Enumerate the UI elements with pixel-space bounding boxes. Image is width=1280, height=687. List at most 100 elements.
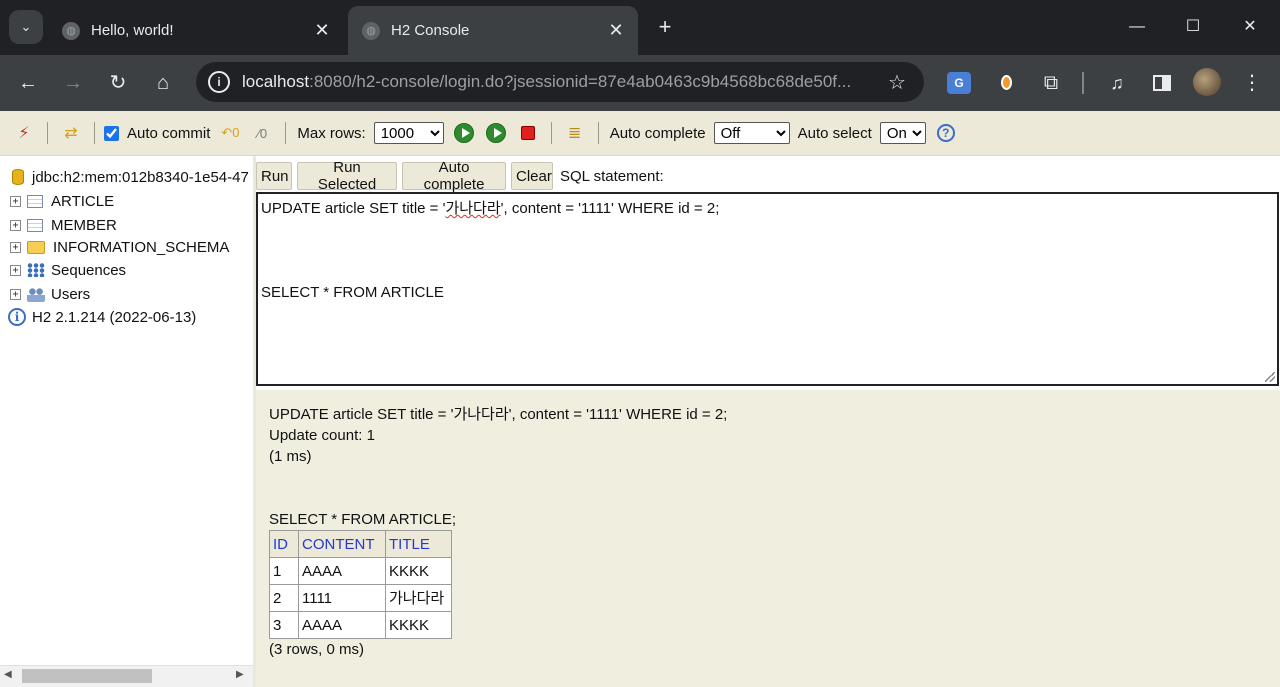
tab-h2-console[interactable]: ◍ H2 Console ✕	[348, 6, 638, 55]
history-icon[interactable]: ≣	[563, 121, 587, 145]
result-summary: (3 rows, 0 ms)	[269, 641, 365, 658]
run-selected-button[interactable]: Run Selected	[297, 159, 397, 193]
help-icon[interactable]: ?	[934, 121, 958, 145]
new-tab-button[interactable]: +	[652, 12, 678, 42]
avatar[interactable]	[1193, 68, 1221, 96]
update-count: Update count: 1	[269, 427, 375, 444]
tree-item-users[interactable]: + Users	[0, 283, 90, 305]
column-header-title[interactable]: TITLE	[385, 530, 452, 558]
run-button[interactable]: Run	[256, 162, 292, 190]
bookmark-star-icon[interactable]: ☆	[882, 70, 912, 95]
expand-icon[interactable]: +	[10, 264, 21, 276]
update-statement: UPDATE article SET title = '가나다라', conte…	[269, 406, 728, 423]
browser-nav-bar: ← → ↻ ⌂ i localhost:8080/h2-console/logi…	[0, 55, 1280, 111]
disconnect-icon[interactable]: ⚡	[12, 121, 36, 145]
expand-icon[interactable]: +	[10, 241, 21, 253]
table-icon	[27, 194, 43, 208]
forward-arrow-icon[interactable]: →	[57, 67, 89, 99]
auto-complete-label: Auto complete	[609, 124, 706, 142]
stop-icon[interactable]	[516, 121, 540, 145]
rollback-icon[interactable]: ↶0	[218, 121, 242, 145]
database-icon	[12, 169, 24, 185]
maximize-icon[interactable]: ☐	[1178, 12, 1208, 42]
auto-complete-select[interactable]: Off	[713, 122, 790, 144]
folder-icon	[27, 240, 45, 254]
toolbar-separator	[285, 122, 287, 144]
auto-select-select[interactable]: On	[879, 122, 926, 144]
users-icon	[27, 286, 45, 302]
sql-line-2: SELECT * FROM ARTICLE	[261, 284, 444, 301]
translate-icon[interactable]: G	[947, 72, 971, 94]
sql-statement-label: SQL statement:	[560, 168, 664, 185]
tree-item-label: ARTICLE	[51, 192, 115, 210]
tree-item-label: Sequences	[51, 261, 127, 279]
side-panel-icon[interactable]	[1148, 69, 1176, 97]
toolbar-divider	[1082, 72, 1084, 94]
info-icon: i	[8, 308, 26, 326]
run-icon[interactable]	[452, 121, 476, 145]
max-rows-label: Max rows:	[297, 124, 366, 142]
expand-icon[interactable]: +	[10, 288, 21, 300]
table-icon	[27, 218, 43, 232]
minimize-icon[interactable]: —	[1122, 12, 1152, 42]
tab-hello-world[interactable]: ◍ Hello, world! ✕	[48, 6, 344, 55]
window-close-icon[interactable]: ✕	[1235, 12, 1265, 42]
close-icon[interactable]: ✕	[604, 20, 628, 41]
tab-title: H2 Console	[391, 22, 470, 39]
clear-button[interactable]: Clear	[511, 162, 553, 190]
table-cell: AAAA	[298, 611, 386, 639]
address-bar[interactable]: i localhost:8080/h2-console/login.do?jse…	[196, 62, 924, 102]
sql-editor[interactable]: UPDATE article SET title = '가나다라', conte…	[256, 192, 1279, 386]
column-header-id[interactable]: ID	[269, 530, 299, 558]
tree-item-information-schema[interactable]: + INFORMATION_SCHEMA	[0, 236, 229, 258]
table-row: 1 AAAA KKKK	[269, 557, 452, 585]
resize-handle[interactable]	[1265, 372, 1275, 382]
dropper-icon[interactable]	[992, 69, 1020, 97]
site-info-icon[interactable]: i	[208, 71, 230, 93]
run-selected-icon[interactable]	[484, 121, 508, 145]
column-header-content[interactable]: CONTENT	[298, 530, 386, 558]
auto-complete-button[interactable]: Auto complete	[402, 159, 506, 193]
table-cell: KKKK	[385, 557, 452, 585]
expand-icon[interactable]: +	[10, 219, 21, 231]
commit-icon[interactable]: ⁄0	[250, 121, 274, 145]
puzzle-icon[interactable]: ⧉	[1037, 69, 1065, 97]
browser-tab-bar: ⌄ ◍ Hello, world! ✕ ◍ H2 Console ✕ + — ☐…	[0, 0, 1280, 55]
tree-item-article[interactable]: + ARTICLE	[0, 190, 114, 212]
url-text[interactable]: localhost:8080/h2-console/login.do?jsess…	[242, 72, 882, 92]
tree-item-label: INFORMATION_SCHEMA	[53, 238, 230, 256]
close-icon[interactable]: ✕	[310, 20, 334, 41]
toolbar-separator	[47, 122, 48, 144]
scroll-left-icon[interactable]: ◀	[4, 669, 16, 680]
tree-item-sequences[interactable]: + Sequences	[0, 259, 126, 281]
toolbar-separator	[94, 122, 95, 144]
scroll-right-icon[interactable]: ▶	[236, 669, 248, 680]
tree-item-member[interactable]: + MEMBER	[0, 214, 117, 236]
result-table: ID CONTENT TITLE 1 AAAA KKKK 2 1111 가나다라…	[269, 530, 452, 639]
auto-commit-checkbox[interactable]	[104, 125, 119, 141]
tree-horizontal-scrollbar[interactable]: ◀ ▶	[0, 665, 253, 687]
table-row: 3 AAAA KKKK	[269, 611, 452, 639]
version-label: H2 2.1.214 (2022-06-13)	[32, 308, 197, 326]
result-panel: UPDATE article SET title = '가나다라', conte…	[256, 390, 1280, 687]
home-icon[interactable]: ⌂	[147, 67, 179, 99]
connection-node[interactable]: jdbc:h2:mem:012b8340-1e54-47	[0, 166, 249, 188]
toolbar-separator	[597, 122, 599, 144]
sequences-icon	[27, 263, 45, 277]
tab-search-icon[interactable]: ⌄	[9, 10, 43, 44]
reload-icon[interactable]: ↻	[102, 67, 134, 99]
sql-line-empty	[261, 240, 1274, 261]
select-statement: SELECT * FROM ARTICLE;	[269, 511, 456, 528]
back-arrow-icon[interactable]: ←	[12, 67, 44, 99]
url-path: :8080/h2-console/login.do?jsessionid=87e…	[309, 72, 852, 91]
globe-icon: ◍	[362, 21, 380, 40]
menu-icon[interactable]: ⋮	[1238, 69, 1266, 97]
expand-icon[interactable]: +	[10, 195, 21, 207]
max-rows-select[interactable]: 1000	[373, 122, 444, 144]
sql-text: UPDATE article SET title = '	[261, 200, 446, 217]
media-icon[interactable]: ♫	[1103, 69, 1131, 97]
tree-item-label: Users	[51, 285, 91, 303]
refresh-icon[interactable]: ⇄	[59, 121, 83, 145]
scrollbar-thumb[interactable]	[22, 669, 152, 683]
update-time: (1 ms)	[269, 448, 312, 465]
